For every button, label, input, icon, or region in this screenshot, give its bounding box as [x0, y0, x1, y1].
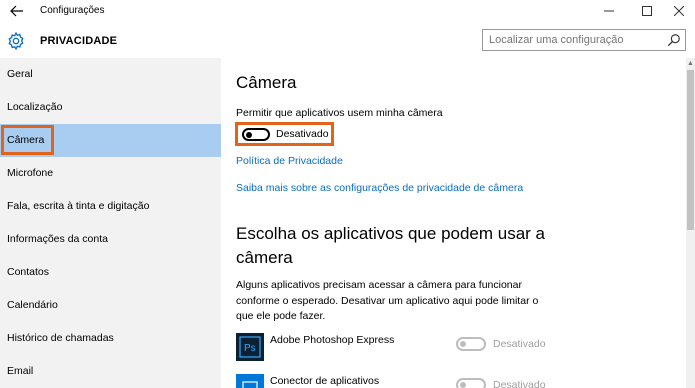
section-heading: Câmera [236, 73, 297, 92]
close-icon [673, 5, 685, 17]
sidebar-item-historico-chamadas[interactable]: Histórico de chamadas [0, 322, 221, 355]
sidebar-item-camera[interactable]: Câmera [0, 124, 221, 157]
main-content: Câmera Permitir que aplicativos usem min… [221, 58, 686, 388]
sidebar-item-informacoes-conta[interactable]: Informações da conta [0, 223, 221, 256]
app-name: Adobe Photoshop Express [270, 334, 395, 346]
app-icon-text: Ps [244, 343, 256, 354]
sidebar-item-calendario[interactable]: Calendário [0, 289, 221, 322]
page-header: PRIVACIDADE [0, 24, 695, 58]
app-toggle[interactable] [456, 337, 486, 351]
app-name: Conector de aplicativos [270, 375, 380, 387]
minimize-icon [604, 10, 614, 12]
page-title: PRIVACIDADE [40, 35, 118, 47]
sidebar-item-email[interactable]: Email [0, 355, 221, 388]
privacy-policy-link[interactable]: Política de Privacidade [236, 155, 343, 167]
maximize-icon [642, 6, 652, 16]
apps-heading: Escolha os aplicativos que podem usar a … [236, 224, 546, 267]
sidebar-item-microfone[interactable]: Microfone [0, 157, 221, 190]
back-button[interactable] [8, 4, 26, 20]
apps-description: Alguns aplicativos precisam acessar a câ… [236, 279, 539, 322]
permission-label: Permitir que aplicativos usem minha câme… [236, 107, 443, 119]
toggle-knob [460, 341, 466, 347]
app-toggle[interactable] [456, 378, 486, 388]
chevron-up-icon[interactable]: ▲ [686, 60, 695, 68]
search-icon[interactable] [667, 33, 681, 47]
sidebar-item-fala[interactable]: Fala, escrita à tinta e digitação [0, 190, 221, 223]
list-item: Ps Adobe Photoshop Express Desativado [236, 333, 686, 363]
minimize-button[interactable] [594, 2, 624, 22]
camera-toggle[interactable] [242, 128, 270, 141]
sidebar-item-localizacao[interactable]: Localização [0, 91, 221, 124]
arrow-left-icon [10, 5, 23, 17]
app-toggle-state: Desativado [493, 379, 546, 388]
search-box[interactable] [482, 29, 686, 51]
app-connector-icon [236, 374, 264, 388]
toggle-knob [246, 131, 252, 138]
photoshop-express-icon: Ps [236, 333, 264, 361]
maximize-button[interactable] [632, 2, 662, 22]
sidebar-item-contatos[interactable]: Contatos [0, 256, 221, 289]
scrollbar[interactable]: ▲ [686, 58, 695, 388]
sidebar-item-geral[interactable]: Geral [0, 58, 221, 91]
window-title: Configurações [40, 5, 105, 16]
highlight-outline: Desativado [235, 122, 334, 146]
learn-more-link[interactable]: Saiba mais sobre as configurações de pri… [236, 182, 523, 194]
list-item: Conector de aplicativos Desativado [236, 374, 686, 388]
gear-icon [8, 31, 24, 51]
title-bar: Configurações [0, 0, 695, 24]
scroll-thumb[interactable] [687, 70, 694, 230]
sidebar: Geral Localização Câmera Microfone Fala,… [0, 58, 221, 388]
highlight-outline [1, 125, 54, 155]
toggle-knob [460, 382, 466, 388]
toggle-state-label: Desativado [276, 128, 329, 140]
close-button[interactable] [664, 2, 694, 22]
app-toggle-state: Desativado [493, 338, 546, 350]
search-input[interactable] [489, 34, 659, 46]
